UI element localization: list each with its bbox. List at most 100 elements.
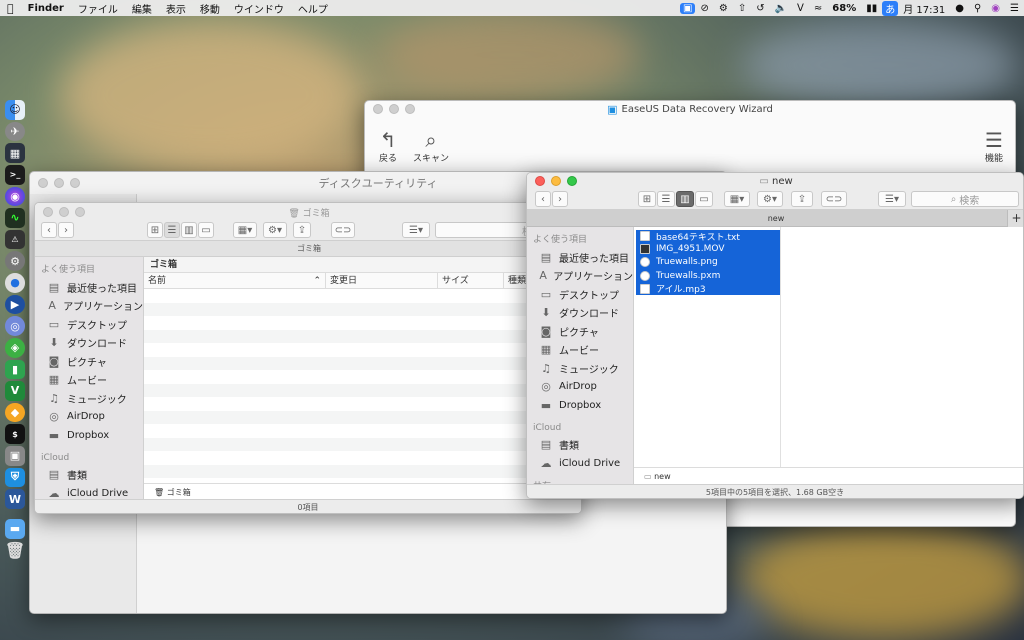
forward-button[interactable]: › xyxy=(552,191,568,207)
zoom-button[interactable] xyxy=(70,178,80,188)
sidebar-item-downloads[interactable]: ⬇ ダウンロード xyxy=(527,304,633,323)
view-gallery-button[interactable]: ▭ xyxy=(198,222,214,238)
menu-window[interactable]: ウインドウ xyxy=(227,1,291,16)
sidebar-item-desktop[interactable]: ▭ デスクトップ xyxy=(35,315,143,334)
sidebar-item-airdrop[interactable]: ◎ AirDrop xyxy=(35,408,143,427)
menu-view[interactable]: 表示 xyxy=(159,1,193,16)
bluetooth-icon[interactable]: ᐯ xyxy=(792,3,809,14)
sidebar-item-icloud-drive[interactable]: ☁ iCloud Drive xyxy=(35,484,143,500)
tag-button[interactable]: ⊂⊃ xyxy=(821,191,847,207)
dock-launchpad-icon[interactable]: ✈ xyxy=(5,121,25,142)
add-tab-button[interactable]: + xyxy=(1007,210,1023,227)
view-gallery-button[interactable]: ▭ xyxy=(695,191,713,207)
dock-mission-control-icon[interactable]: ▦ xyxy=(5,143,25,163)
action-gear-button[interactable]: ⚙▾ xyxy=(263,222,287,238)
apple-menu-icon[interactable]:  xyxy=(0,2,21,15)
dock-terminal-2-icon[interactable]: $ xyxy=(5,424,25,444)
share-button[interactable]: ⇪ xyxy=(791,191,813,207)
sidebar-item-movies[interactable]: ▦ ムービー xyxy=(35,371,143,390)
dock-system-preferences-icon[interactable]: ⚙ xyxy=(5,251,25,271)
dock-terminal-icon[interactable]: >_ xyxy=(5,164,25,185)
sidebar-item-music[interactable]: ♫ ミュージック xyxy=(35,389,143,408)
dock-app-green-icon[interactable]: ◈ xyxy=(5,337,25,358)
dock-quicktime-icon[interactable]: ▶ xyxy=(5,294,25,315)
dock-console-icon[interactable]: ⚠ xyxy=(5,229,25,250)
dock-activity-monitor-icon[interactable]: ∿ xyxy=(5,208,25,228)
no-entry-icon[interactable]: ⊘ xyxy=(695,3,713,14)
sidebar-item-recents[interactable]: ▤ 最近使った項目 xyxy=(35,278,143,297)
dock-finder-icon[interactable]: ☺ xyxy=(5,100,25,120)
close-button[interactable] xyxy=(38,178,48,188)
arrange-button[interactable]: ☰▾ xyxy=(402,222,430,238)
sidebar-item-documents[interactable]: ▤ 書類 xyxy=(35,466,143,485)
column-modified[interactable]: 変更日 xyxy=(326,272,438,289)
close-button[interactable] xyxy=(373,104,383,114)
battery-percent[interactable]: 68% xyxy=(827,3,861,14)
user-icon[interactable]: ● xyxy=(950,3,969,14)
dock-chrome-icon[interactable]: ● xyxy=(5,273,25,293)
path-bar-label[interactable]: new xyxy=(654,472,671,481)
dock-sketch-icon[interactable]: ◆ xyxy=(5,402,25,423)
menu-edit[interactable]: 編集 xyxy=(125,1,159,16)
sidebar-item-dropbox[interactable]: ▬ Dropbox xyxy=(527,396,633,415)
sidebar-item-movies[interactable]: ▦ ムービー xyxy=(527,341,633,360)
scan-button[interactable]: ⌕ スキャン xyxy=(413,129,449,164)
group-button[interactable]: ▦▾ xyxy=(233,222,257,238)
minimize-button[interactable] xyxy=(389,104,399,114)
notification-center-icon[interactable]: ☰ xyxy=(1005,3,1024,14)
view-icon-button[interactable]: ⊞ xyxy=(147,222,163,238)
spotlight-search-icon[interactable]: ⚲ xyxy=(969,3,986,14)
sidebar-item-downloads[interactable]: ⬇ ダウンロード xyxy=(35,334,143,353)
time-machine-icon[interactable]: ↺ xyxy=(751,3,769,14)
gear-status-icon[interactable]: ⚙ xyxy=(714,3,733,14)
dock-siri-icon[interactable]: ◉ xyxy=(5,186,25,207)
new-tab[interactable]: new xyxy=(768,214,785,223)
view-icon-button[interactable]: ⊞ xyxy=(638,191,656,207)
sidebar-item-applications[interactable]: A アプリケーション xyxy=(35,297,143,316)
dock-easeus-icon[interactable]: ⛨ xyxy=(5,467,25,488)
column-name[interactable]: 名前 ⌃ xyxy=(144,272,326,289)
minimize-button[interactable] xyxy=(54,178,64,188)
upload-icon[interactable]: ⇧ xyxy=(733,3,751,14)
siri-icon[interactable]: ◉ xyxy=(986,3,1005,14)
dock-archive-icon[interactable]: ▣ xyxy=(5,446,25,466)
arrange-button[interactable]: ☰▾ xyxy=(878,191,906,207)
menu-help[interactable]: ヘルプ xyxy=(291,1,335,16)
back-button[interactable]: ‹ xyxy=(41,222,57,238)
menu-app-finder[interactable]: Finder xyxy=(21,3,71,14)
dock-numbers-icon[interactable]: ▮ xyxy=(5,359,25,380)
view-column-button[interactable]: ▥ xyxy=(676,191,694,207)
dock-downloads-folder-icon[interactable]: ▬ xyxy=(5,518,25,539)
menu-go[interactable]: 移動 xyxy=(193,1,227,16)
dock-discord-icon[interactable]: ◎ xyxy=(5,316,25,336)
back-button[interactable]: ↰ 戻る xyxy=(379,129,397,164)
list-item[interactable]: IMG_4951.MOV xyxy=(636,243,780,256)
sidebar-item-music[interactable]: ♫ ミュージック xyxy=(527,359,633,378)
view-list-button[interactable]: ☰ xyxy=(657,191,675,207)
search-field[interactable]: ⌕ 検索 xyxy=(911,191,1019,207)
clock[interactable]: 月 17:31 xyxy=(898,1,950,16)
sidebar-item-pictures[interactable]: ◙ ピクチャ xyxy=(527,322,633,341)
dock-trash-icon[interactable]: 🗑 xyxy=(5,541,25,561)
dock-vim-icon[interactable]: V xyxy=(5,381,25,401)
sidebar-item-documents[interactable]: ▤ 書類 xyxy=(527,436,633,455)
share-button[interactable]: ⇪ xyxy=(293,222,311,238)
trash-tab[interactable]: ゴミ箱 xyxy=(297,244,321,253)
easeus-menu-icon[interactable]: ▣ xyxy=(680,2,696,14)
back-button[interactable]: ‹ xyxy=(535,191,551,207)
features-menu-button[interactable]: ☰ 機能 xyxy=(985,129,1003,164)
dock-word-icon[interactable]: W xyxy=(5,489,25,509)
action-gear-button[interactable]: ⚙▾ xyxy=(757,191,783,207)
zoom-button[interactable] xyxy=(405,104,415,114)
sidebar-item-recents[interactable]: ▤ 最近使った項目 xyxy=(527,248,633,267)
forward-button[interactable]: › xyxy=(58,222,74,238)
sidebar-item-airdrop[interactable]: ◎ AirDrop xyxy=(527,378,633,397)
volume-icon[interactable]: 🔈 xyxy=(770,3,792,14)
sidebar-item-pictures[interactable]: ◙ ピクチャ xyxy=(35,352,143,371)
wifi-icon[interactable]: ≈ xyxy=(809,3,827,14)
group-button[interactable]: ▦▾ xyxy=(724,191,750,207)
sidebar-item-desktop[interactable]: ▭ デスクトップ xyxy=(527,285,633,304)
view-column-button[interactable]: ▥ xyxy=(181,222,197,238)
list-item[interactable]: アイル.mp3 xyxy=(636,282,780,295)
tag-button[interactable]: ⊂⊃ xyxy=(331,222,355,238)
